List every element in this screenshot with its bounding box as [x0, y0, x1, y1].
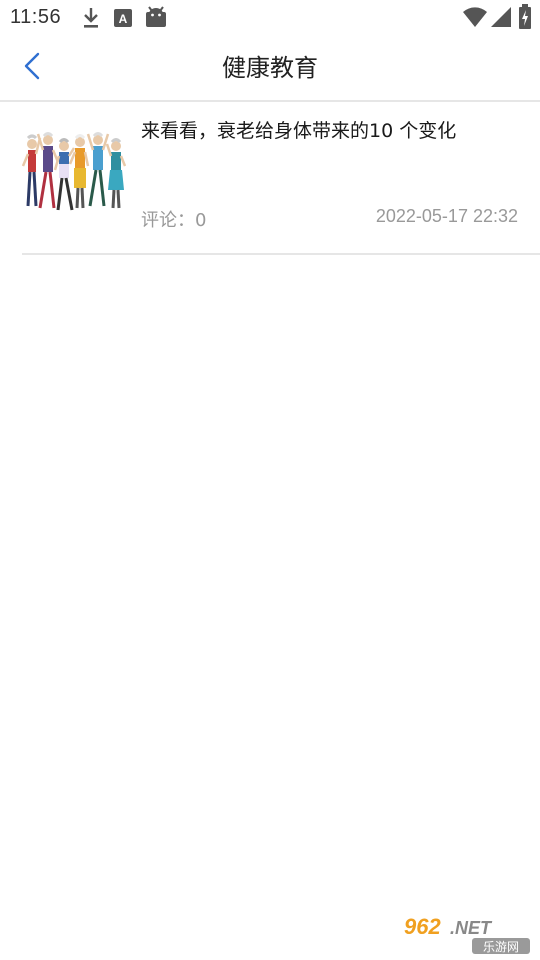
back-button[interactable]: [14, 50, 50, 86]
watermark-sub: 乐游网: [483, 940, 519, 954]
download-icon: [80, 6, 102, 34]
watermark-logo: 962 .NET 乐游网: [400, 910, 532, 956]
status-time: 11:56: [10, 6, 62, 28]
signal-icon: [490, 6, 512, 32]
page-title: 健康教育: [222, 54, 318, 82]
item-divider: [22, 253, 540, 255]
article-date: 2022-05-17 22:32: [375, 206, 518, 226]
android-icon: [144, 6, 168, 32]
article-thumbnail: [22, 126, 126, 222]
watermark-number: 962: [404, 914, 441, 939]
svg-text:A: A: [119, 12, 128, 26]
article-comment-count: 评论：0: [141, 210, 207, 231]
chevron-left-icon: [22, 51, 42, 85]
article-list-item[interactable]: 来看看，衰老给身体带来的10 个变化 评论：0 2022-05-17 22:32: [0, 102, 540, 254]
app-header: 健康教育: [0, 36, 540, 101]
elderly-people-dancing-image: [22, 132, 126, 211]
article-title: 来看看，衰老给身体带来的10 个变化: [141, 120, 457, 142]
watermark-suffix: .NET: [450, 918, 493, 938]
battery-charging-icon: [518, 4, 532, 34]
app-a-icon: A: [113, 8, 133, 32]
status-bar: 11:56 A: [0, 0, 540, 36]
wifi-icon: [462, 6, 488, 32]
screen: 11:56 A 健康教育 来看看，衰老给身体带来的10 个变化 评论：0 202…: [0, 0, 540, 960]
